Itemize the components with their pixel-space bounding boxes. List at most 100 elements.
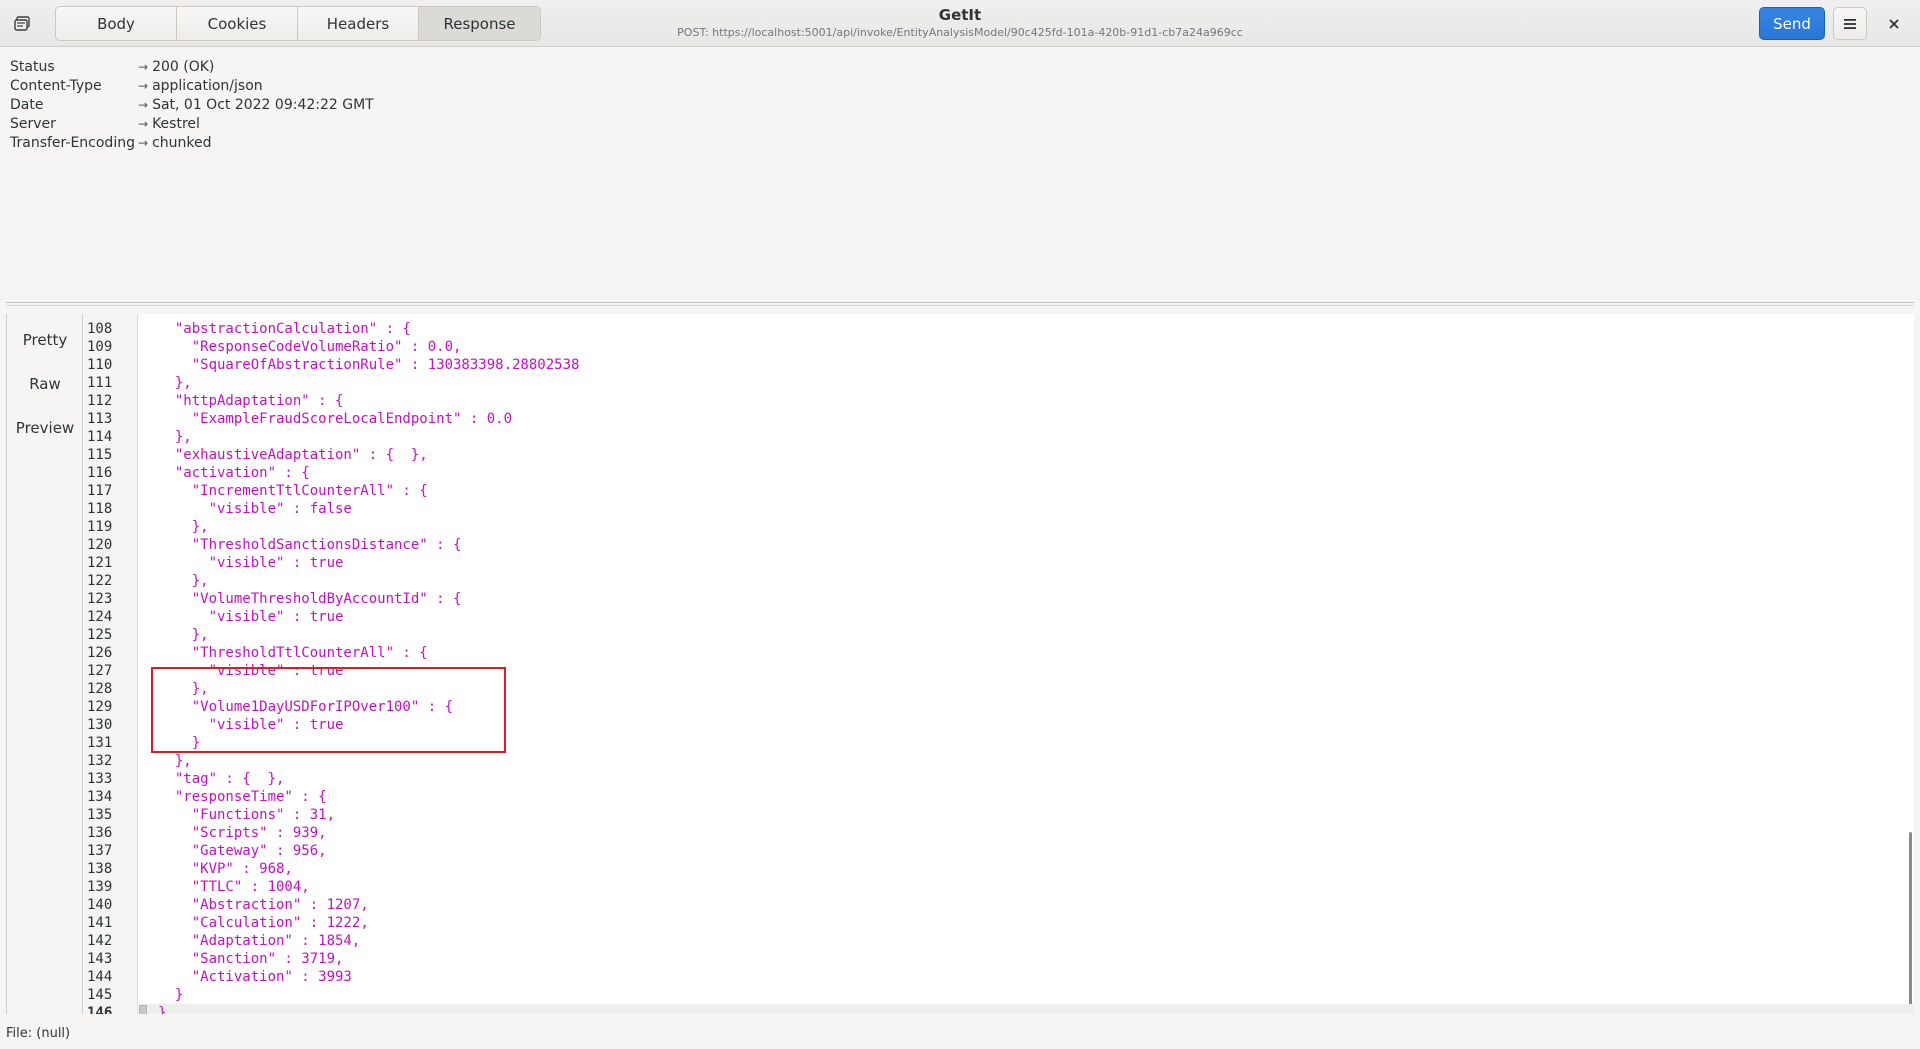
line-number: 129 — [87, 699, 113, 715]
code-text: }, — [158, 429, 192, 445]
tab-response[interactable]: Response — [419, 7, 540, 40]
code-line: 139 "TTLC" : 1004, — [83, 878, 1914, 896]
code-line: 132 }, — [83, 752, 1914, 770]
code-line: 135 "Functions" : 31, — [83, 806, 1914, 824]
response-header-row: Transfer-Encoding → chunked — [10, 134, 374, 153]
code-text: "tag" : { }, — [158, 771, 285, 787]
hamburger-icon — [1844, 18, 1856, 29]
line-number: 142 — [87, 933, 113, 949]
line-number: 123 — [87, 591, 113, 607]
response-body-viewer[interactable]: 108 "abstractionCalculation" : {109 "Res… — [82, 314, 1914, 1014]
code-text: "responseTime" : { — [158, 789, 327, 805]
code-line: 115 "exhaustiveAdaptation" : { }, — [83, 446, 1914, 464]
code-line: 114 }, — [83, 428, 1914, 446]
code-text: "httpAdaptation" : { — [158, 393, 344, 409]
tab-headers[interactable]: Headers — [298, 7, 419, 40]
window-title: GetIt — [938, 6, 982, 24]
line-number: 146 — [87, 1005, 113, 1014]
code-line: 144 "Activation" : 3993 — [83, 968, 1914, 986]
response-headers-list: Status → 200 (OK) Content-Type → application/… — [10, 58, 374, 153]
arrow-right-icon: → — [138, 79, 149, 93]
code-line: 120 "ThresholdSanctionsDistance" : { — [83, 536, 1914, 554]
header-key: Transfer-Encoding — [10, 135, 135, 151]
pane-divider[interactable] — [6, 302, 1914, 306]
code-text: }, — [158, 573, 209, 589]
header-value: Kestrel — [152, 116, 200, 132]
code-text: "Volume1DayUSDForIPOver100" : { — [158, 699, 454, 715]
code-line: 108 "abstractionCalculation" : { — [83, 320, 1914, 338]
code-text: "TTLC" : 1004, — [158, 879, 310, 895]
response-header-row: Server → Kestrel — [10, 115, 374, 134]
code-text: "visible" : true — [158, 609, 344, 625]
code-line: 137 "Gateway" : 956, — [83, 842, 1914, 860]
window-title-area: GetIt POST: https://localhost:5001/api/i… — [560, 5, 1360, 41]
hamburger-menu-button[interactable] — [1833, 7, 1867, 40]
line-number: 127 — [87, 663, 113, 679]
arrow-right-icon: → — [138, 117, 149, 131]
code-text: }, — [158, 753, 192, 769]
code-line: 118 "visible" : false — [83, 500, 1914, 518]
line-number: 136 — [87, 825, 113, 841]
code-line: 146} — [83, 1004, 1914, 1014]
view-mode-raw[interactable]: Raw — [7, 364, 83, 404]
tab-cookies[interactable]: Cookies — [177, 7, 298, 40]
code-line: 124 "visible" : true — [83, 608, 1914, 626]
code-line: 121 "visible" : true — [83, 554, 1914, 572]
code-line: 122 }, — [83, 572, 1914, 590]
code-text: "ThresholdSanctionsDistance" : { — [158, 537, 462, 553]
header-value: Sat, 01 Oct 2022 09:42:22 GMT — [152, 97, 374, 113]
code-text: "KVP" : 968, — [158, 861, 293, 877]
line-number: 130 — [87, 717, 113, 733]
code-text: "SquareOfAbstractionRule" : 130383398.28… — [158, 357, 580, 373]
header-bar: Body Cookies Headers Response GetIt POST: h… — [0, 0, 1920, 47]
line-number: 141 — [87, 915, 113, 931]
header-value: 200 (OK) — [152, 59, 215, 75]
send-button[interactable]: Send — [1759, 7, 1825, 40]
code-text: "activation" : { — [158, 465, 310, 481]
code-text: "visible" : true — [158, 555, 344, 571]
header-key: Status — [10, 59, 55, 75]
line-number: 108 — [87, 321, 113, 337]
code-text: }, — [158, 627, 209, 643]
close-icon — [1889, 19, 1899, 29]
line-number: 116 — [87, 465, 113, 481]
view-mode-switcher: Pretty Raw Preview — [6, 314, 85, 1014]
code-line: 133 "tag" : { }, — [83, 770, 1914, 788]
line-number: 115 — [87, 447, 113, 463]
code-text: } — [158, 987, 184, 1003]
line-number: 120 — [87, 537, 113, 553]
line-number: 118 — [87, 501, 113, 517]
code-text: "Gateway" : 956, — [158, 843, 327, 859]
code-text: }, — [158, 681, 209, 697]
close-window-button[interactable] — [1880, 10, 1908, 38]
code-text: } — [158, 735, 201, 751]
code-text: "ThresholdTtlCounterAll" : { — [158, 645, 428, 661]
code-line: 113 "ExampleFraudScoreLocalEndpoint" : 0… — [83, 410, 1914, 428]
code-line: 128 }, — [83, 680, 1914, 698]
view-tabs: Body Cookies Headers Response — [55, 6, 541, 41]
view-mode-preview[interactable]: Preview — [7, 408, 83, 448]
code-text: "visible" : true — [158, 663, 344, 679]
header-key: Content-Type — [10, 78, 102, 94]
app-menu-icon[interactable] — [10, 12, 36, 36]
line-number: 138 — [87, 861, 113, 877]
code-text: "abstractionCalculation" : { — [158, 321, 411, 337]
header-value: chunked — [152, 135, 212, 151]
code-line: 136 "Scripts" : 939, — [83, 824, 1914, 842]
code-text: } — [158, 1005, 167, 1014]
line-number: 119 — [87, 519, 113, 535]
arrow-right-icon: → — [138, 98, 149, 112]
line-number: 144 — [87, 969, 113, 985]
code-line: 130 "visible" : true — [83, 716, 1914, 734]
line-number: 110 — [87, 357, 113, 373]
arrow-right-icon: → — [138, 60, 149, 74]
view-mode-pretty[interactable]: Pretty — [7, 320, 85, 360]
tab-body[interactable]: Body — [56, 7, 177, 40]
code-line: 145 } — [83, 986, 1914, 1004]
line-number: 121 — [87, 555, 113, 571]
header-key: Date — [10, 97, 44, 113]
code-line: 119 }, — [83, 518, 1914, 536]
code-text: }, — [158, 375, 192, 391]
code-line: 126 "ThresholdTtlCounterAll" : { — [83, 644, 1914, 662]
code-line: 143 "Sanction" : 3719, — [83, 950, 1914, 968]
